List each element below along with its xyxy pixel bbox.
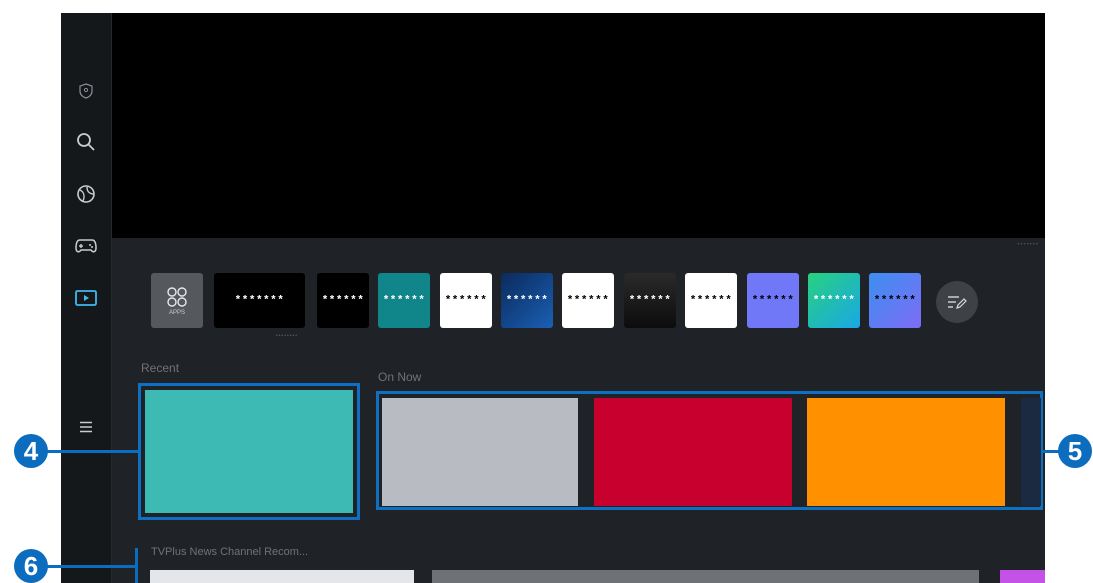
callout-5-badge: 5 [1058, 434, 1092, 468]
app-tile[interactable]: ******* [214, 273, 305, 328]
app-tile[interactable]: ****** [869, 273, 921, 328]
callout-6-badge: 6 [14, 549, 48, 583]
hero-page-indicator: ••••••• [1017, 242, 1039, 248]
news-card[interactable] [432, 570, 979, 583]
callout-4-badge: 4 [14, 434, 48, 468]
app-tile[interactable]: ****** [624, 273, 676, 328]
on-now-card[interactable] [1021, 398, 1041, 506]
menu-icon[interactable] [74, 415, 98, 439]
media-icon[interactable] [74, 286, 98, 310]
edit-list-icon [948, 296, 967, 309]
callout-6-line [45, 565, 138, 568]
app-focus-indicator: •••••••• [276, 333, 299, 339]
edit-apps-button[interactable] [936, 281, 978, 323]
on-now-card[interactable] [594, 398, 792, 506]
on-now-section [376, 391, 1043, 510]
apps-grid-icon [167, 286, 187, 307]
app-tile[interactable]: ****** [685, 273, 737, 328]
on-now-title: On Now [378, 370, 422, 384]
recent-section [138, 383, 360, 520]
news-card[interactable] [150, 570, 414, 583]
callout-6-bracket [135, 548, 138, 583]
search-icon[interactable] [74, 130, 98, 154]
app-tile[interactable]: ****** [747, 273, 799, 328]
app-tile[interactable]: ****** [562, 273, 614, 328]
on-now-card[interactable] [807, 398, 1005, 506]
app-tile[interactable]: ****** [317, 273, 369, 328]
recent-item-card[interactable] [145, 390, 353, 513]
gamepad-icon[interactable] [74, 234, 98, 258]
apps-button[interactable]: APPS [151, 273, 203, 328]
sidebar [61, 13, 112, 583]
on-now-card[interactable] [382, 398, 578, 506]
hero-banner[interactable] [112, 13, 1045, 238]
tv-screen: ••••••• APPS ******* ****** ****** ****** **… [61, 13, 1045, 583]
news-card[interactable] [1000, 570, 1045, 583]
app-tile[interactable]: ****** [378, 273, 430, 328]
app-tile[interactable]: ****** [440, 273, 492, 328]
apps-button-label: APPS [168, 309, 185, 316]
shield-icon[interactable] [74, 79, 98, 103]
app-tile[interactable]: ****** [501, 273, 553, 328]
news-section-title: TVPlus News Channel Recom... [151, 546, 309, 558]
callout-4-line [45, 450, 138, 453]
ambient-icon[interactable] [74, 182, 98, 206]
recent-title: Recent [141, 361, 180, 375]
app-tile[interactable]: ****** [808, 273, 860, 328]
